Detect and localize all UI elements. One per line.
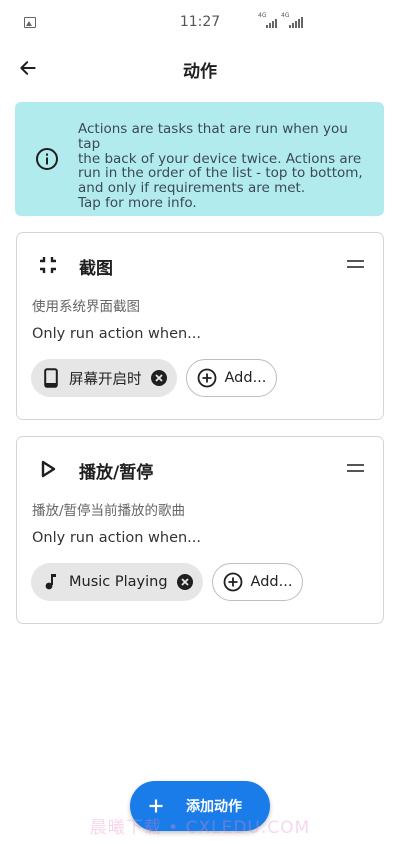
action-description: 播放/暂停当前播放的歌曲 <box>32 503 186 519</box>
requirements-label: Only run action when... <box>32 530 202 546</box>
action-description: 使用系统界面截图 <box>32 299 140 315</box>
requirement-chips: Music Playing Add... <box>31 563 304 601</box>
requirement-chip-music-playing[interactable]: Music Playing <box>31 563 203 601</box>
remove-requirement-icon[interactable] <box>176 574 193 590</box>
add-circle-icon <box>197 368 217 388</box>
action-title: 播放/暂停 <box>79 463 154 483</box>
requirement-chips: 屏幕开启时 Add... <box>31 359 278 397</box>
watermark: 晨曦下载 • CXLEDU.COM <box>89 818 311 838</box>
page-title: 动作 <box>183 62 217 82</box>
collapse-screenshot-icon <box>40 257 56 273</box>
requirement-label: 屏幕开启时 <box>69 371 142 388</box>
info-line: the back of your device twice. Actions a… <box>78 150 362 167</box>
cell-signal-1-icon: 4G <box>258 12 277 28</box>
requirement-label: Music Playing <box>69 574 168 590</box>
status-bar: 11:27 4G 4G <box>0 0 400 46</box>
info-line: Tap for more info. <box>78 194 197 211</box>
add-requirement-button[interactable]: Add... <box>211 563 304 601</box>
info-text: Actions are tasks that are run when you … <box>78 122 374 211</box>
drag-handle-icon[interactable] <box>347 260 364 268</box>
action-title: 截图 <box>79 259 113 279</box>
requirement-chip-screen-on[interactable]: 屏幕开启时 <box>31 359 177 397</box>
requirements-label: Only run action when... <box>32 326 202 342</box>
app-bar: 动作 <box>0 46 400 90</box>
cell-signal-2-icon: 4G <box>281 12 303 28</box>
play-icon <box>41 460 56 478</box>
remove-requirement-icon[interactable] <box>150 370 167 386</box>
info-line: run in the order of the list - top to bo… <box>78 165 363 182</box>
add-label: Add... <box>250 574 293 590</box>
signal-indicators: 4G 4G <box>258 12 303 28</box>
signal-2-tag: 4G <box>281 12 290 19</box>
action-card-play-pause[interactable]: 播放/暂停 播放/暂停当前播放的歌曲 Only run action when.… <box>16 436 384 624</box>
drag-handle-icon[interactable] <box>347 464 364 472</box>
add-circle-icon <box>223 572 243 592</box>
action-card-screenshot[interactable]: 截图 使用系统界面截图 Only run action when... 屏幕开启… <box>16 232 384 420</box>
phone-icon <box>41 368 61 388</box>
plus-icon <box>149 799 163 813</box>
info-banner[interactable]: Actions are tasks that are run when you … <box>15 102 384 216</box>
info-circle-icon <box>36 148 58 170</box>
signal-1-tag: 4G <box>258 12 267 19</box>
info-line: and only if requirements are met. <box>78 180 306 197</box>
music-note-icon <box>41 572 61 592</box>
add-label: Add... <box>224 370 267 386</box>
info-line: Actions are tasks that are run when you … <box>78 121 348 152</box>
add-requirement-button[interactable]: Add... <box>185 359 278 397</box>
status-time: 11:27 <box>179 14 221 30</box>
